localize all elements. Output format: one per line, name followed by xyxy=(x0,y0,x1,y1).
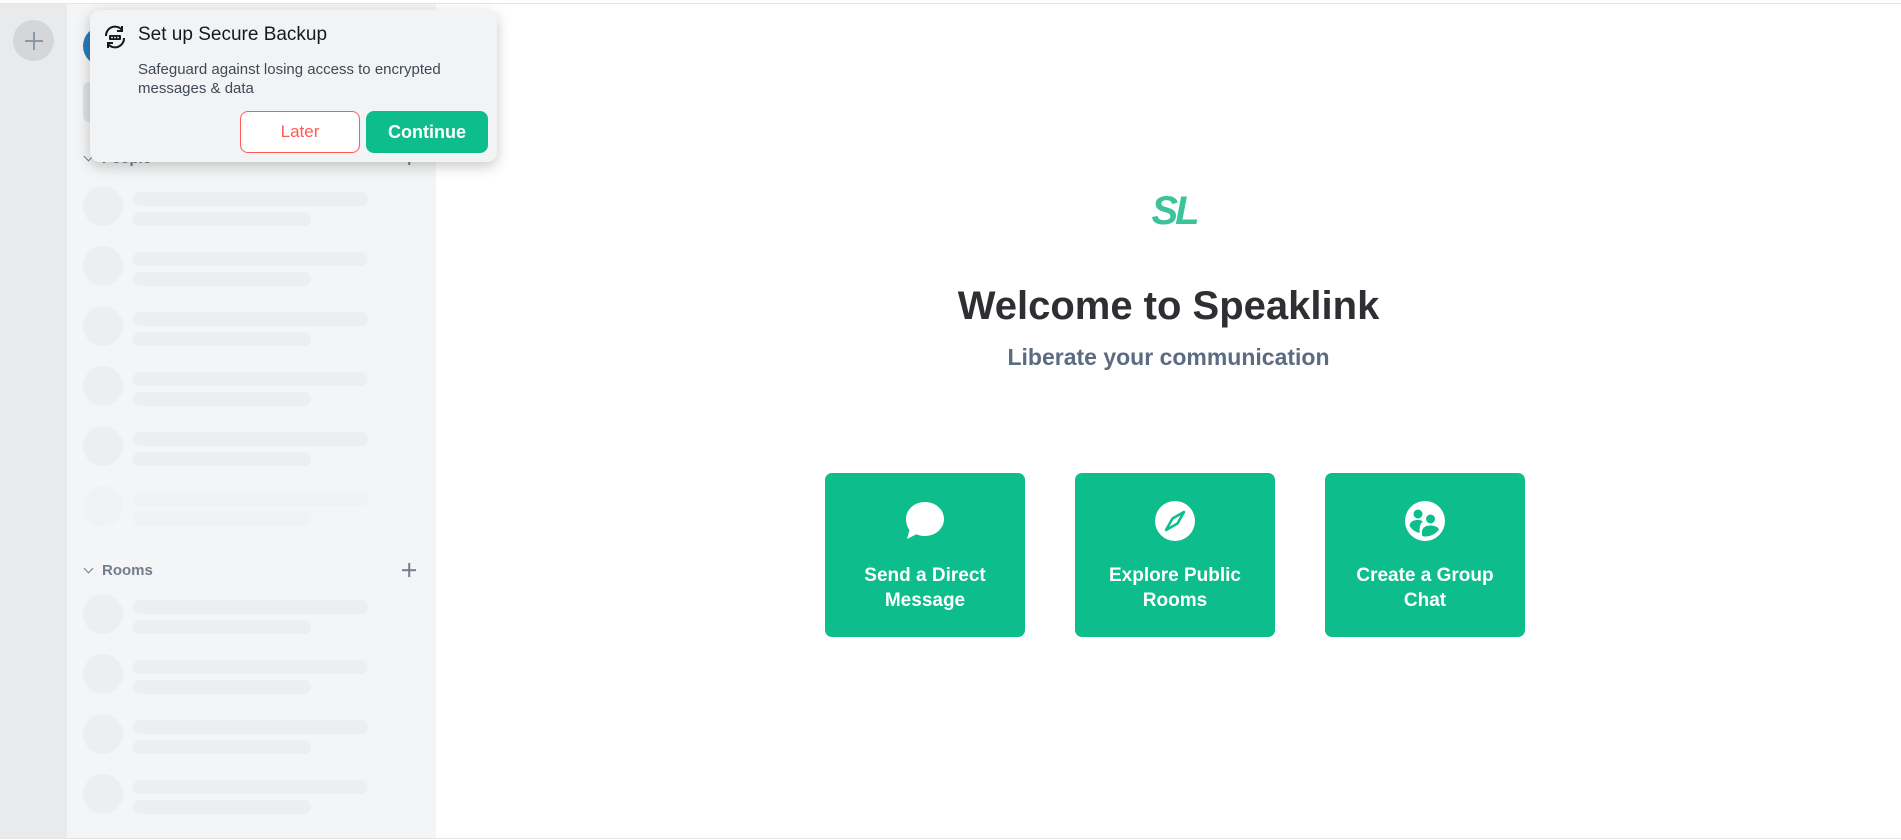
secure-backup-icon xyxy=(104,25,126,49)
compass-icon xyxy=(1155,501,1195,541)
later-button[interactable]: Later xyxy=(240,111,360,153)
skeleton-item xyxy=(83,774,383,818)
skeleton-item xyxy=(83,486,383,530)
skeleton-item xyxy=(83,246,383,290)
skeleton-item xyxy=(83,714,383,758)
toast-title: Set up Secure Backup xyxy=(138,24,328,45)
toast-description: Safeguard against losing access to encry… xyxy=(138,61,441,97)
skeleton-item xyxy=(83,654,383,698)
send-direct-message-button[interactable]: Send a Direct Message xyxy=(825,473,1025,637)
add-room-button[interactable] xyxy=(401,562,417,578)
skeleton-item xyxy=(83,426,383,470)
skeleton-item xyxy=(83,594,383,638)
rooms-section-header[interactable]: Rooms xyxy=(83,560,423,580)
svg-text:SL: SL xyxy=(1151,192,1198,228)
tile-label: Explore Public Rooms xyxy=(1109,565,1241,611)
space-bar xyxy=(0,4,67,838)
skeleton-item xyxy=(83,186,383,230)
skeleton-item xyxy=(83,306,383,350)
secure-backup-toast: Set up Secure Backup Safeguard against l… xyxy=(90,10,497,162)
app-window: People Rooms Set up Secur xyxy=(0,3,1901,839)
continue-button[interactable]: Continue xyxy=(366,111,488,153)
create-space-button[interactable] xyxy=(13,20,54,61)
skeleton-item xyxy=(83,366,383,410)
chevron-down-icon[interactable] xyxy=(83,564,95,576)
welcome-title: Welcome to Speaklink xyxy=(957,284,1380,328)
explore-public-rooms-button[interactable]: Explore Public Rooms xyxy=(1075,473,1275,637)
tile-label: Create a Group Chat xyxy=(1356,565,1494,611)
welcome-subtitle: Liberate your communication xyxy=(1007,344,1330,370)
chat-bubble-icon xyxy=(906,502,944,539)
home-page: SL Welcome to Speaklink Liberate your co… xyxy=(436,4,1901,838)
speaklink-logo: SL xyxy=(1151,192,1201,228)
tile-label: Send a Direct Message xyxy=(864,565,986,611)
group-icon xyxy=(1405,501,1445,541)
create-group-chat-button[interactable]: Create a Group Chat xyxy=(1325,473,1525,637)
rooms-section-label: Rooms xyxy=(102,561,153,579)
